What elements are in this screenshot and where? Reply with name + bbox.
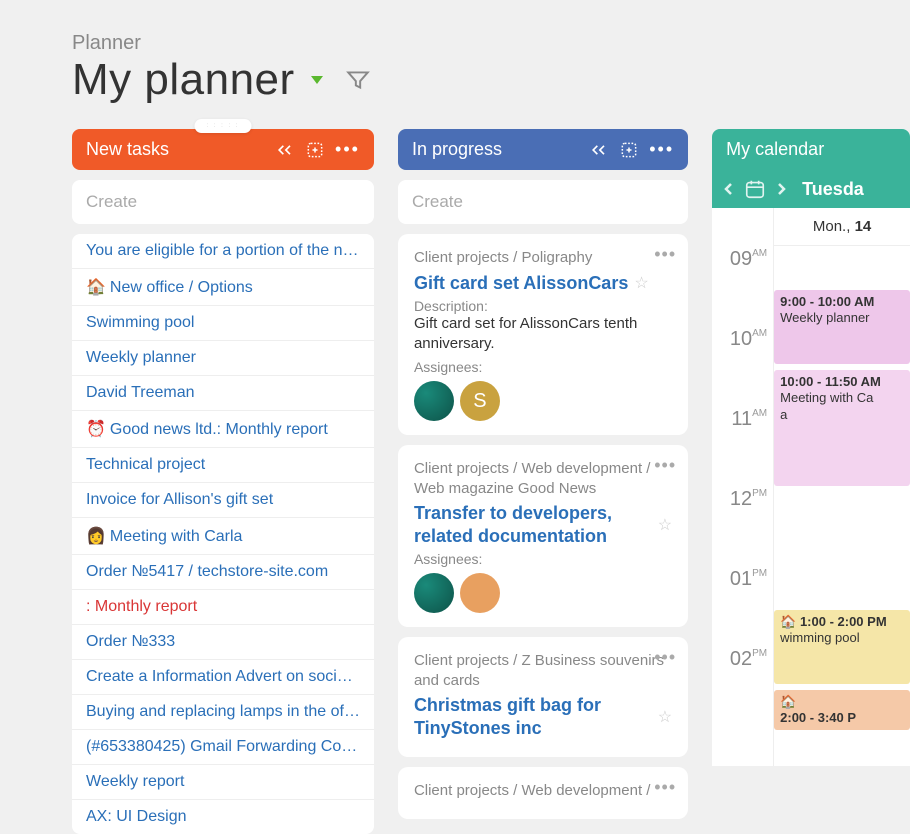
column-header-new-tasks: : : : : : New tasks •••: [72, 129, 374, 170]
task-row[interactable]: (#653380425) Gmail Forwarding Co…: [72, 730, 374, 765]
calendar-icon[interactable]: [744, 178, 766, 200]
filter-icon[interactable]: [345, 67, 371, 93]
task-card[interactable]: •••Client projects / Z Business souvenir…: [398, 637, 688, 757]
breadcrumb[interactable]: Planner: [72, 32, 910, 55]
column-calendar: My calendar Tuesda 09AM10AM11AM12PM01PM0…: [712, 129, 910, 766]
card-path: Client projects / Web development / Web …: [414, 459, 672, 498]
task-card[interactable]: •••Client projects / Web development / W…: [398, 445, 688, 627]
calendar-hour: 10AM: [712, 328, 773, 408]
task-row[interactable]: David Treeman: [72, 376, 374, 411]
avatar[interactable]: [460, 573, 500, 613]
calendar-event[interactable]: 🏠 2:00 - 3:40 P: [774, 690, 910, 730]
task-row[interactable]: Technical project: [72, 448, 374, 483]
task-card[interactable]: •••Client projects / Web development /: [398, 767, 688, 819]
assignees-row: [414, 573, 672, 613]
card-path: Client projects / Web development /: [414, 781, 672, 801]
calendar-event[interactable]: 🏠 1:00 - 2:00 PMwimming pool: [774, 610, 910, 684]
task-row[interactable]: Invoice for Allison's gift set: [72, 483, 374, 518]
collapse-icon[interactable]: [589, 142, 609, 158]
calendar-hour: 02PM: [712, 648, 773, 728]
card-path: Client projects / Z Business souvenirs a…: [414, 651, 672, 690]
assignees-row: S: [414, 381, 672, 421]
calendar-day-label: Tuesda: [802, 179, 864, 200]
calendar-day-header: Mon., 14: [774, 208, 910, 246]
task-row[interactable]: Buying and replacing lamps in the of…: [72, 695, 374, 730]
prev-icon[interactable]: [724, 182, 734, 196]
column-title: My calendar: [726, 139, 896, 160]
more-icon[interactable]: •••: [335, 139, 360, 160]
calendar-event[interactable]: 9:00 - 10:00 AMWeekly planner: [774, 290, 910, 364]
card-title[interactable]: Gift card set AlissonCars: [414, 272, 628, 295]
task-row[interactable]: AX: UI Design: [72, 800, 374, 834]
task-row[interactable]: You are eligible for a portion of the n…: [72, 234, 374, 269]
task-row[interactable]: 🏠New office / Options: [72, 269, 374, 306]
calendar-hours: 09AM10AM11AM12PM01PM02PM: [712, 208, 774, 766]
collapse-icon[interactable]: [275, 142, 295, 158]
calendar-hour: 12PM: [712, 488, 773, 568]
task-row[interactable]: Create a Information Advert on soci…: [72, 660, 374, 695]
next-icon[interactable]: [776, 182, 786, 196]
card-more-icon[interactable]: •••: [654, 455, 676, 476]
star-icon[interactable]: ☆: [634, 273, 648, 293]
avatar[interactable]: [414, 573, 454, 613]
task-list: You are eligible for a portion of the n……: [72, 234, 374, 834]
card-description: Gift card set for AlissonCars tenth anni…: [414, 314, 672, 353]
star-icon[interactable]: ☆: [658, 515, 672, 535]
task-row[interactable]: 👩Meeting with Carla: [72, 518, 374, 555]
task-row[interactable]: Weekly planner: [72, 341, 374, 376]
calendar-events: Mon., 14 9:00 - 10:00 AMWeekly planner10…: [774, 208, 910, 766]
assignees-label: Assignees:: [414, 551, 672, 567]
calendar-event[interactable]: 10:00 - 11:50 AMMeeting with Caa: [774, 370, 910, 486]
page-title: My planner: [72, 55, 295, 105]
card-more-icon[interactable]: •••: [654, 777, 676, 798]
assignees-label: Assignees:: [414, 359, 672, 375]
task-row[interactable]: Weekly report: [72, 765, 374, 800]
task-row[interactable]: ⏰Good news ltd.: Monthly report: [72, 411, 374, 448]
task-row[interactable]: Order №333: [72, 625, 374, 660]
create-input[interactable]: Create: [398, 180, 688, 224]
expand-icon[interactable]: [305, 140, 325, 160]
card-path: Client projects / Poligraphy: [414, 248, 672, 268]
expand-icon[interactable]: [619, 140, 639, 160]
card-title[interactable]: Transfer to developers, related document…: [414, 502, 652, 547]
avatar[interactable]: [414, 381, 454, 421]
task-card[interactable]: •••Client projects / Poligraphy Gift card…: [398, 234, 688, 435]
more-icon[interactable]: •••: [649, 139, 674, 160]
column-header-calendar: My calendar: [712, 129, 910, 170]
title-dropdown-caret[interactable]: [311, 76, 323, 84]
calendar-nav: Tuesda: [712, 170, 910, 208]
column-new-tasks: : : : : : New tasks ••• Create You are e…: [72, 129, 374, 834]
column-title: New tasks: [86, 139, 275, 160]
column-in-progress: In progress ••• Create •••Client project…: [398, 129, 688, 819]
column-header-in-progress: In progress •••: [398, 129, 688, 170]
avatar[interactable]: S: [460, 381, 500, 421]
drag-handle-icon[interactable]: : : : : :: [194, 119, 251, 133]
card-more-icon[interactable]: •••: [654, 647, 676, 668]
calendar-hour: 11AM: [712, 408, 773, 488]
task-row[interactable]: Swimming pool: [72, 306, 374, 341]
calendar-hour: 09AM: [712, 248, 773, 328]
task-row[interactable]: : Monthly report: [72, 590, 374, 625]
task-row[interactable]: Order №5417 / techstore-site.com: [72, 555, 374, 590]
card-more-icon[interactable]: •••: [654, 244, 676, 265]
calendar-hour: 01PM: [712, 568, 773, 648]
description-label: Description:: [414, 298, 672, 314]
star-icon[interactable]: ☆: [658, 707, 672, 727]
column-title: In progress: [412, 139, 589, 160]
card-title[interactable]: Christmas gift bag for TinyStones inc: [414, 694, 652, 739]
create-input[interactable]: Create: [72, 180, 374, 224]
